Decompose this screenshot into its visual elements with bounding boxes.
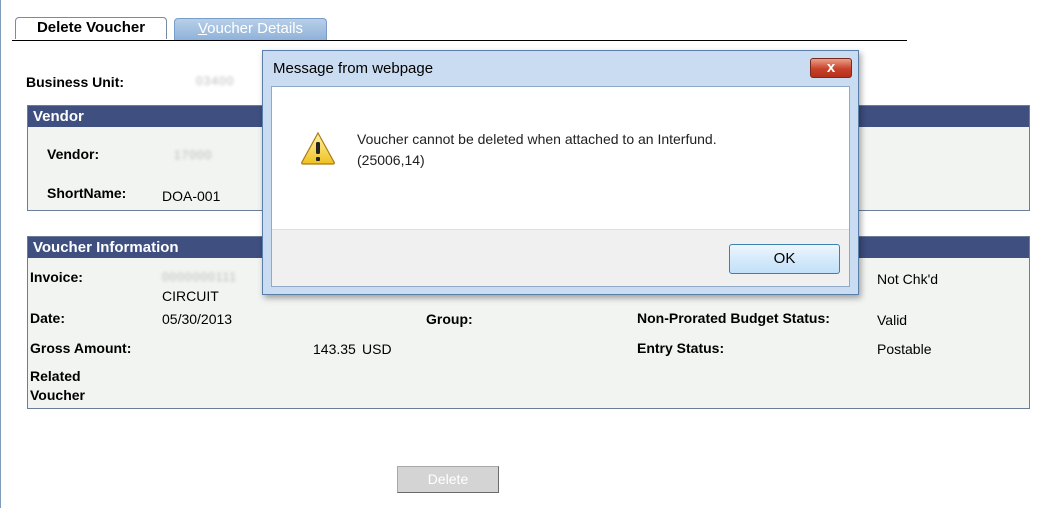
tab-voucher-details[interactable]: Voucher Details <box>174 18 327 40</box>
gross-amount-value: 143.35 <box>313 341 356 357</box>
delete-button[interactable]: Delete <box>397 466 499 493</box>
invoice-value-line2: CIRCUIT <box>162 288 219 304</box>
tab-divider <box>12 40 907 41</box>
close-icon: x <box>826 59 836 76</box>
dialog-close-button[interactable]: x <box>810 58 852 78</box>
dialog-message-line2: (25006,14) <box>357 152 425 168</box>
vendor-label: Vendor: <box>47 146 100 162</box>
invoice-value: 0000000111 <box>162 270 237 284</box>
entry-status-label: Entry Status: <box>637 340 725 356</box>
dialog-message-line1: Voucher cannot be deleted when attached … <box>357 131 717 147</box>
dialog-body: Voucher cannot be deleted when attached … <box>271 86 850 287</box>
currency-value: USD <box>362 341 392 357</box>
date-value: 05/30/2013 <box>162 311 233 327</box>
message-dialog: Message from webpage x Voucher cannot be… <box>262 50 859 295</box>
dialog-title: Message from webpage <box>273 60 434 77</box>
dialog-message: Voucher cannot be deleted when attached … <box>357 129 827 171</box>
business-unit-value: 03400 <box>196 74 235 88</box>
budget-status-value: Valid <box>877 312 908 328</box>
ok-button[interactable]: OK <box>729 244 840 274</box>
shortname-label: ShortName: <box>47 185 127 201</box>
related-voucher-label-line1: Related <box>30 368 81 384</box>
window-frame-left <box>0 0 1 508</box>
vendor-value: 17000 <box>174 148 213 162</box>
budget-check-value: Not Chk'd <box>877 271 939 287</box>
tab-voucher-details-label: oucher Details <box>207 20 304 37</box>
date-label: Date: <box>30 310 66 326</box>
tab-delete-voucher[interactable]: Delete Voucher <box>15 17 167 39</box>
dialog-footer: OK <box>272 229 849 286</box>
group-label: Group: <box>426 311 473 327</box>
tab-voucher-details-accesskey: V <box>197 20 208 37</box>
warning-icon <box>301 131 335 165</box>
entry-status-value: Postable <box>877 341 932 357</box>
budget-status-label: Non-Prorated Budget Status: <box>637 310 830 326</box>
invoice-label: Invoice: <box>30 269 83 285</box>
business-unit-label: Business Unit: <box>26 74 125 90</box>
shortname-value: DOA-001 <box>162 188 221 204</box>
related-voucher-label-line2: Voucher <box>30 387 85 403</box>
gross-amount-label: Gross Amount: <box>30 340 132 356</box>
